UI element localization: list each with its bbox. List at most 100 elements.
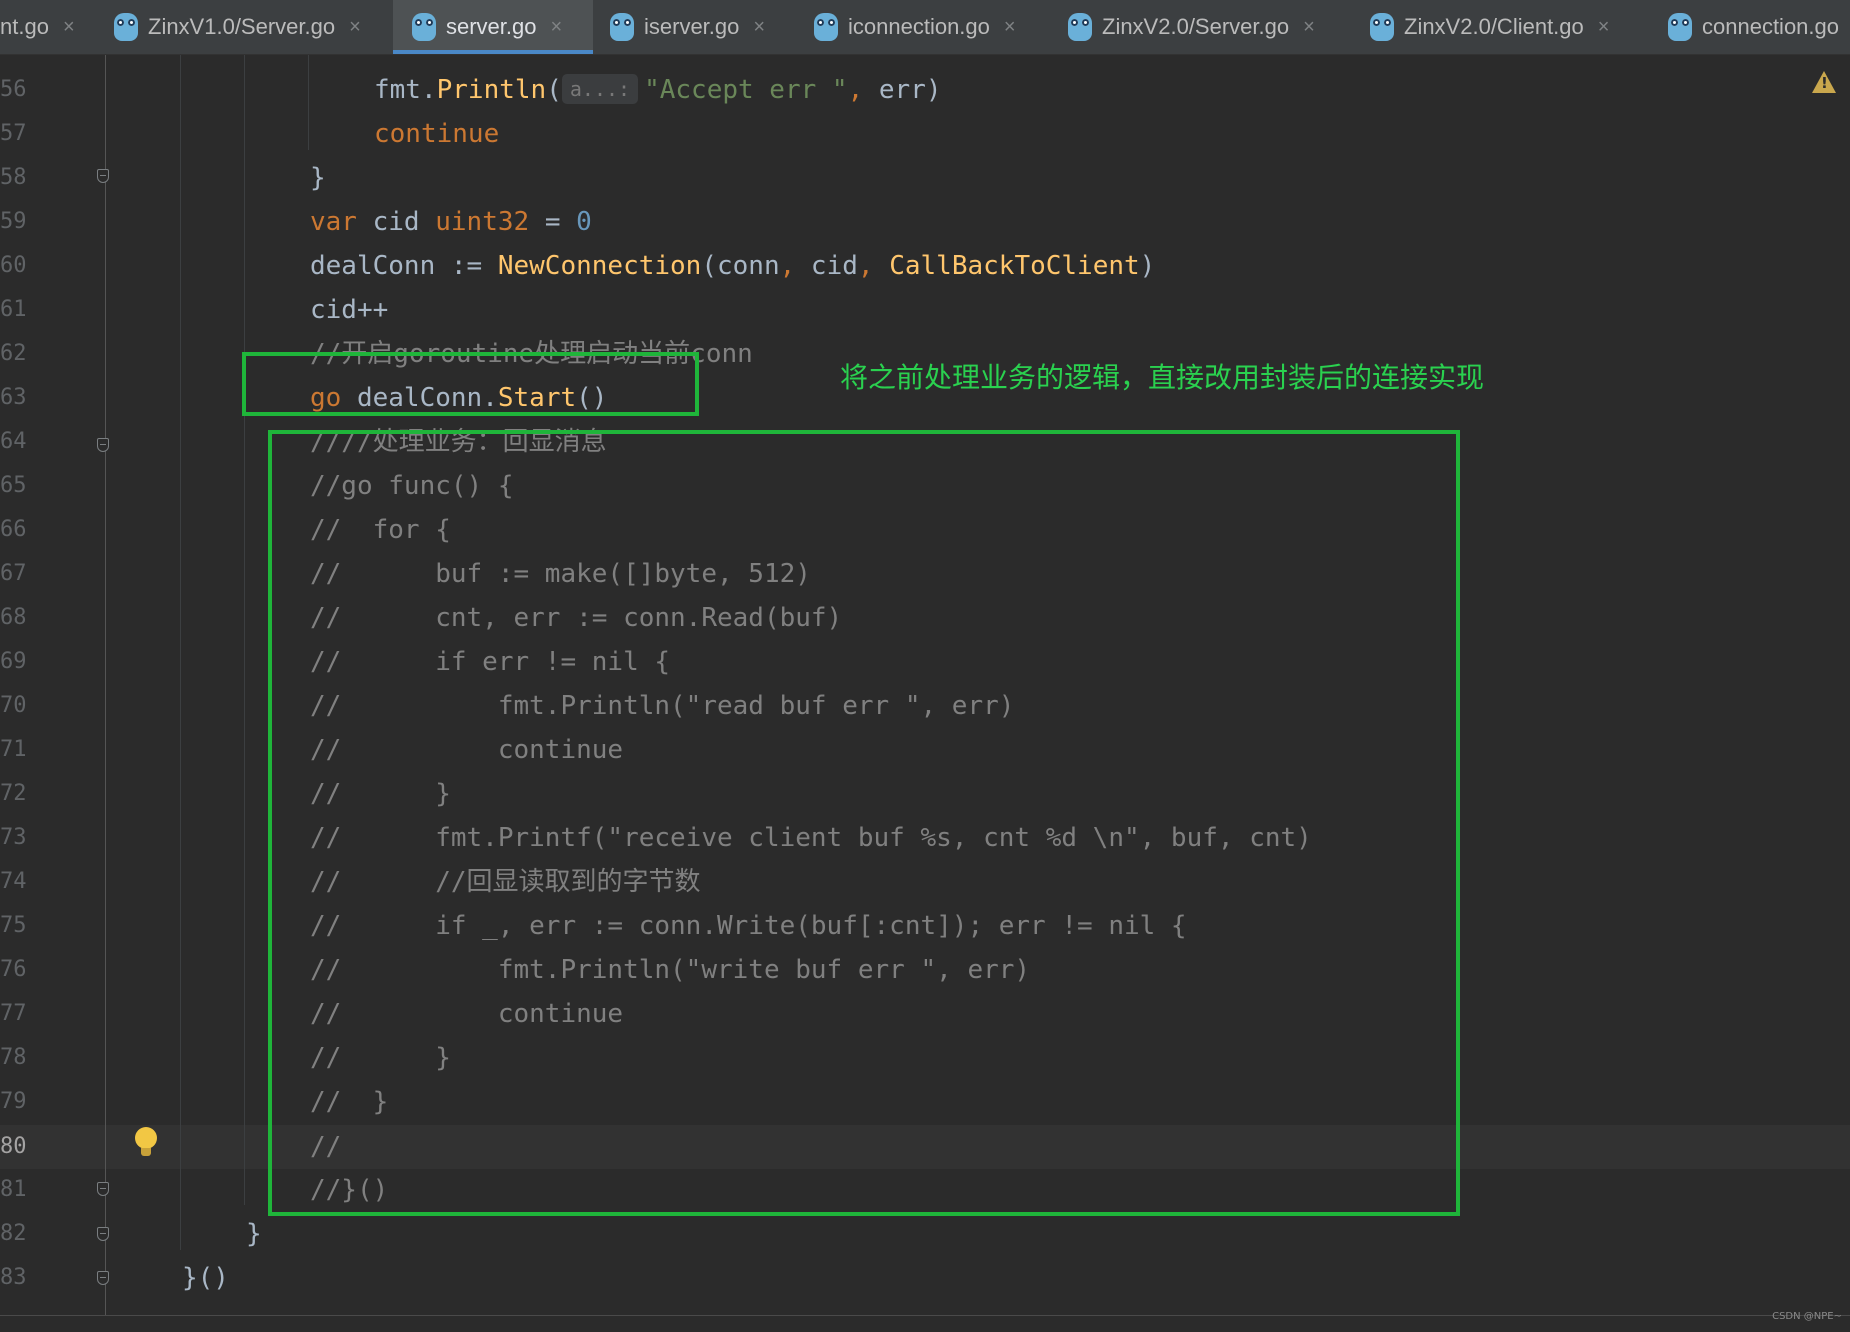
fold-marker-icon[interactable] xyxy=(97,1227,109,1241)
tab-label: iconnection.go xyxy=(848,14,990,39)
line-number: 77 xyxy=(0,1001,27,1026)
code-token: Println xyxy=(436,75,547,105)
code-token: 0 xyxy=(576,207,592,237)
tab-label: ZinxV1.0/Server.go xyxy=(148,14,336,39)
parameter-hint: a...: xyxy=(561,74,639,104)
line-number: 78 xyxy=(0,1045,27,1070)
code-token: cid xyxy=(356,207,436,237)
code-token: dealConn := xyxy=(310,251,498,281)
tab-label: connection.go xyxy=(1702,14,1839,39)
tab-label: ZinxV2.0/Client.go xyxy=(1404,14,1584,39)
code-line-83[interactable]: }() xyxy=(182,1256,229,1300)
indent-guide xyxy=(244,55,245,1205)
close-icon[interactable]: × xyxy=(1004,16,1016,39)
line-number: 75 xyxy=(0,913,27,938)
line-number: 68 xyxy=(0,605,27,630)
warning-icon[interactable] xyxy=(1812,71,1836,93)
code-token: ) xyxy=(1139,251,1156,281)
code-token: (conn xyxy=(701,251,780,281)
line-number: 57 xyxy=(0,121,27,146)
editor-tab-bar: nt.go × ZinxV1.0/Server.go × server.go ×… xyxy=(0,0,1850,55)
close-icon[interactable]: × xyxy=(63,16,75,39)
code-line-59[interactable]: var cid uint32 = 0 xyxy=(310,200,592,244)
line-number: 62 xyxy=(0,341,27,366)
annotation-box-go-start xyxy=(242,352,699,416)
go-file-icon xyxy=(814,13,838,41)
line-number: 79 xyxy=(0,1089,27,1114)
line-number: 72 xyxy=(0,781,27,806)
tab-zinxv1-server-go[interactable]: ZinxV1.0/Server.go × xyxy=(114,0,392,54)
code-token: continue xyxy=(374,119,500,149)
tab-label: server.go xyxy=(446,14,537,39)
code-token: = xyxy=(529,207,577,237)
tab-server-go[interactable]: server.go × xyxy=(393,0,593,54)
annotation-box-commented-logic xyxy=(268,430,1460,1216)
code-token: CallBackToClient xyxy=(889,251,1140,281)
code-token: ( xyxy=(546,75,562,105)
tab-connection-go[interactable]: connection.go xyxy=(1668,0,1850,54)
code-token: , xyxy=(847,75,864,105)
line-number: 76 xyxy=(0,957,27,982)
line-number: 64 xyxy=(0,429,27,454)
code-line-57[interactable]: continue xyxy=(374,112,499,156)
close-icon[interactable]: × xyxy=(551,16,563,39)
go-file-icon xyxy=(412,13,436,41)
close-icon[interactable]: × xyxy=(349,16,361,39)
go-file-icon xyxy=(1068,13,1092,41)
line-number: 82 xyxy=(0,1221,27,1246)
code-token: var xyxy=(310,207,357,237)
go-file-icon xyxy=(1668,13,1692,41)
fold-marker-icon[interactable] xyxy=(97,169,109,183)
line-number: 58 xyxy=(0,165,27,190)
line-number: 66 xyxy=(0,517,27,542)
code-token: , xyxy=(857,251,874,281)
code-token: uint32 xyxy=(435,207,530,237)
close-icon[interactable]: × xyxy=(1598,16,1610,39)
tab-zinxv2-client-go[interactable]: ZinxV2.0/Client.go × xyxy=(1370,0,1652,54)
line-number: 70 xyxy=(0,693,27,718)
go-file-icon xyxy=(114,13,138,41)
code-line-56[interactable]: fmt.Println(a...: "Accept err ", err) xyxy=(374,68,942,112)
code-token: err) xyxy=(863,75,942,105)
line-number: 63 xyxy=(0,385,27,410)
tab-label: nt.go xyxy=(0,14,49,39)
close-icon[interactable]: × xyxy=(1303,16,1315,39)
line-number: 65 xyxy=(0,473,27,498)
go-file-icon xyxy=(1370,13,1394,41)
fold-marker-icon[interactable] xyxy=(97,438,109,452)
lightbulb-icon[interactable] xyxy=(135,1127,157,1159)
code-token: fmt. xyxy=(374,75,437,105)
line-number: 61 xyxy=(0,297,27,322)
tab-iserver-go[interactable]: iserver.go × xyxy=(610,0,810,54)
code-token: , xyxy=(779,251,796,281)
watermark: CSDN @NPE~ xyxy=(1772,1311,1842,1322)
fold-marker-icon[interactable] xyxy=(97,1182,109,1196)
line-number: 67 xyxy=(0,561,27,586)
line-number-current: 80 xyxy=(0,1134,27,1159)
tab-iconnection-go[interactable]: iconnection.go × xyxy=(814,0,1064,54)
tab-label: ZinxV2.0/Server.go xyxy=(1102,14,1290,39)
code-line-61[interactable]: cid++ xyxy=(310,288,388,332)
line-number: 73 xyxy=(0,825,27,850)
gutter-separator xyxy=(105,55,106,1315)
line-number: 60 xyxy=(0,253,27,278)
code-line-60[interactable]: dealConn := NewConnection(conn, cid, Cal… xyxy=(310,244,1155,288)
annotation-text: 将之前处理业务的逻辑，直接改用封装后的连接实现 xyxy=(840,361,1485,394)
line-number: 56 xyxy=(0,77,27,102)
code-line-82[interactable]: } xyxy=(246,1212,262,1256)
tab-label: iserver.go xyxy=(644,14,740,39)
tab-zinxv2-server-go[interactable]: ZinxV2.0/Server.go × xyxy=(1068,0,1358,54)
code-line-58[interactable]: } xyxy=(310,156,326,200)
line-number: 83 xyxy=(0,1265,27,1290)
fold-marker-icon[interactable] xyxy=(97,1271,109,1285)
line-number: 74 xyxy=(0,869,27,894)
code-token: NewConnection xyxy=(497,251,702,281)
tab-nt-go[interactable]: nt.go × xyxy=(0,0,98,54)
line-number: 71 xyxy=(0,737,27,762)
line-number: 69 xyxy=(0,649,27,674)
line-number: 81 xyxy=(0,1177,27,1202)
indent-guide xyxy=(308,55,309,150)
go-file-icon xyxy=(610,13,634,41)
close-icon[interactable]: × xyxy=(753,16,765,39)
